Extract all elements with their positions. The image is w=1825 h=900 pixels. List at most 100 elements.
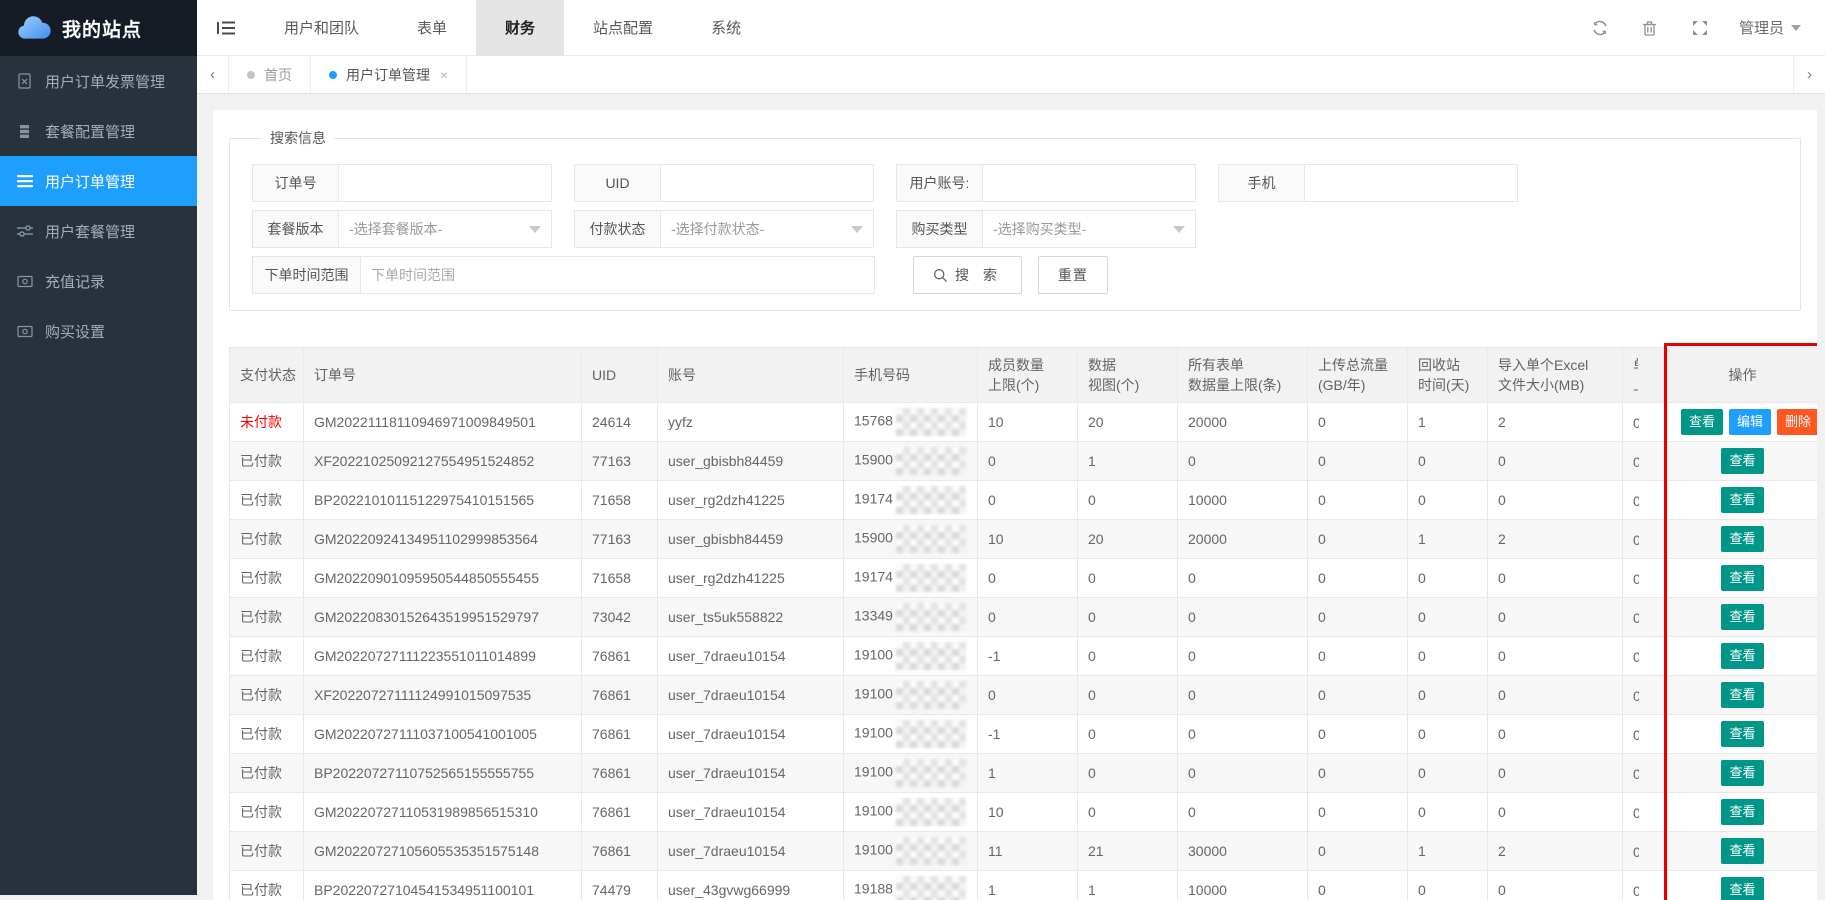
cell-account: user_7draeu10154 xyxy=(658,754,844,793)
uid-input[interactable] xyxy=(660,164,874,202)
nav-item-4[interactable]: 系统 xyxy=(682,0,770,56)
cell-account: user_7draeu10154 xyxy=(658,676,844,715)
cell-actions: 查看 xyxy=(1668,754,1818,793)
cell-member_limit: 10 xyxy=(978,403,1078,442)
view-button[interactable]: 查看 xyxy=(1721,799,1763,825)
view-button[interactable]: 查看 xyxy=(1721,643,1763,669)
sidebar-item-3[interactable]: 用户套餐管理 xyxy=(0,206,197,256)
delete-button[interactable]: 删除 xyxy=(1777,409,1817,435)
money-icon xyxy=(17,323,34,340)
package-version-select[interactable]: -选择套餐版本- xyxy=(338,210,552,248)
clipped-cell-fragment: 0 xyxy=(1633,610,1639,626)
tabs-scroll-right-icon[interactable]: › xyxy=(1793,56,1825,93)
cell-pay_status: 已付款 xyxy=(230,871,304,900)
cell-uid: 76861 xyxy=(582,676,658,715)
sidebar-item-1[interactable]: 套餐配置管理 xyxy=(0,106,197,156)
cell-data_views: 20 xyxy=(1078,403,1178,442)
pay-status-select[interactable]: -选择付款状态- xyxy=(660,210,874,248)
sidebar-collapse-icon[interactable] xyxy=(197,0,255,56)
sidebar-item-2[interactable]: 用户订单管理 xyxy=(0,156,197,206)
tabs-scroll-left-icon[interactable]: ‹ xyxy=(197,56,229,93)
admin-user-menu[interactable]: 管理员 xyxy=(1725,17,1825,38)
cell-account: user_gbisbh84459 xyxy=(658,520,844,559)
cell-actions: 查看 xyxy=(1668,598,1818,637)
edit-button[interactable]: 编辑 xyxy=(1729,409,1771,435)
view-button[interactable]: 查看 xyxy=(1721,682,1763,708)
view-button[interactable]: 查看 xyxy=(1721,487,1763,513)
sidebar-item-4[interactable]: 充值记录 xyxy=(0,256,197,306)
view-button[interactable]: 查看 xyxy=(1721,604,1763,630)
pay-status-placeholder: -选择付款状态- xyxy=(671,219,764,239)
cell-form_limit: 0 xyxy=(1178,598,1308,637)
view-button[interactable]: 查看 xyxy=(1721,565,1763,591)
time-range-field: 下单时间范围 xyxy=(252,256,875,294)
phone-prefix: 19174 xyxy=(854,569,893,585)
nav-item-1[interactable]: 表单 xyxy=(388,0,476,56)
sidebar-item-5[interactable]: 购买设置 xyxy=(0,306,197,356)
cell-data_views: 1 xyxy=(1078,871,1178,900)
reset-button[interactable]: 重置 xyxy=(1038,256,1108,294)
sidebar-item-0[interactable]: 用户订单发票管理 xyxy=(0,56,197,106)
view-button[interactable]: 查看 xyxy=(1681,409,1723,435)
pay-status-text: 已付款 xyxy=(240,765,282,781)
fullscreen-icon[interactable] xyxy=(1675,0,1725,56)
column-header-clipped: 单上 xyxy=(1623,348,1668,403)
cell-account: user_gbisbh84459 xyxy=(658,442,844,481)
cell-actions: 查看 xyxy=(1668,832,1818,871)
cell-pay_status: 已付款 xyxy=(230,637,304,676)
cell-pay_status: 已付款 xyxy=(230,598,304,637)
cell-recycle_days: 0 xyxy=(1408,598,1488,637)
buy-type-select[interactable]: -选择购买类型- xyxy=(982,210,1196,248)
order-no-input[interactable] xyxy=(338,164,552,202)
cell-account: user_rg2dzh41225 xyxy=(658,559,844,598)
cell-upload_traffic: 0 xyxy=(1308,403,1408,442)
masked-phone-blur xyxy=(896,798,966,826)
cell-actions: 查看编辑删除 xyxy=(1668,403,1818,442)
pay-status-text: 未付款 xyxy=(240,414,282,430)
cell-clipped: 0 xyxy=(1623,559,1668,598)
site-logo[interactable]: 我的站点 xyxy=(0,0,197,56)
phone-input[interactable] xyxy=(1304,164,1518,202)
cell-uid: 73042 xyxy=(582,598,658,637)
search-fieldset: 搜索信息 订单号 UID 用户账号: 手机 xyxy=(229,128,1801,311)
time-range-input[interactable] xyxy=(360,256,875,294)
cell-form_limit: 0 xyxy=(1178,676,1308,715)
table-row-8: 已付款GM2022072711103710054100100576861user… xyxy=(230,715,1818,754)
orders-table-wrap: 支付状态订单号UID账号手机号码成员数量上限(个)数据视图(个)所有表单数据量上… xyxy=(229,347,1801,900)
view-button[interactable]: 查看 xyxy=(1721,838,1763,864)
cell-recycle_days: 1 xyxy=(1408,403,1488,442)
view-button[interactable]: 查看 xyxy=(1721,448,1763,474)
cell-uid: 74479 xyxy=(582,871,658,900)
refresh-icon[interactable] xyxy=(1575,0,1625,56)
nav-item-2[interactable]: 财务 xyxy=(476,0,564,56)
nav-item-0[interactable]: 用户和团队 xyxy=(255,0,388,56)
sidebar-item-label: 充值记录 xyxy=(45,271,105,292)
cell-recycle_days: 0 xyxy=(1408,442,1488,481)
cell-recycle_days: 0 xyxy=(1408,559,1488,598)
phone-prefix: 19100 xyxy=(854,686,893,702)
admin-user-label: 管理员 xyxy=(1739,17,1784,38)
table-row-4: 已付款GM2022090109595054485055545571658user… xyxy=(230,559,1818,598)
tab-user-order-management[interactable]: 用户订单管理 × xyxy=(310,56,467,93)
cell-actions: 查看 xyxy=(1668,481,1818,520)
cell-excel_size: 0 xyxy=(1488,676,1623,715)
search-button[interactable]: 搜 索 xyxy=(913,256,1022,294)
cell-clipped: 0 xyxy=(1623,793,1668,832)
cell-member_limit: 0 xyxy=(978,598,1078,637)
tab-home[interactable]: 首页 xyxy=(229,56,310,93)
cell-excel_size: 0 xyxy=(1488,637,1623,676)
cell-account: user_ts5uk558822 xyxy=(658,598,844,637)
cell-recycle_days: 0 xyxy=(1408,481,1488,520)
column-header-form_limit: 所有表单数据量上限(条) xyxy=(1178,348,1308,403)
tab-close-icon[interactable]: × xyxy=(440,67,448,83)
view-button[interactable]: 查看 xyxy=(1721,721,1763,747)
cell-uid: 71658 xyxy=(582,481,658,520)
nav-item-3[interactable]: 站点配置 xyxy=(564,0,682,56)
view-button[interactable]: 查看 xyxy=(1721,760,1763,786)
view-button[interactable]: 查看 xyxy=(1721,877,1763,900)
view-button[interactable]: 查看 xyxy=(1721,526,1763,552)
column-header-data_views: 数据视图(个) xyxy=(1078,348,1178,403)
trash-icon[interactable] xyxy=(1625,0,1675,56)
cell-pay_status: 未付款 xyxy=(230,403,304,442)
account-input[interactable] xyxy=(982,164,1196,202)
